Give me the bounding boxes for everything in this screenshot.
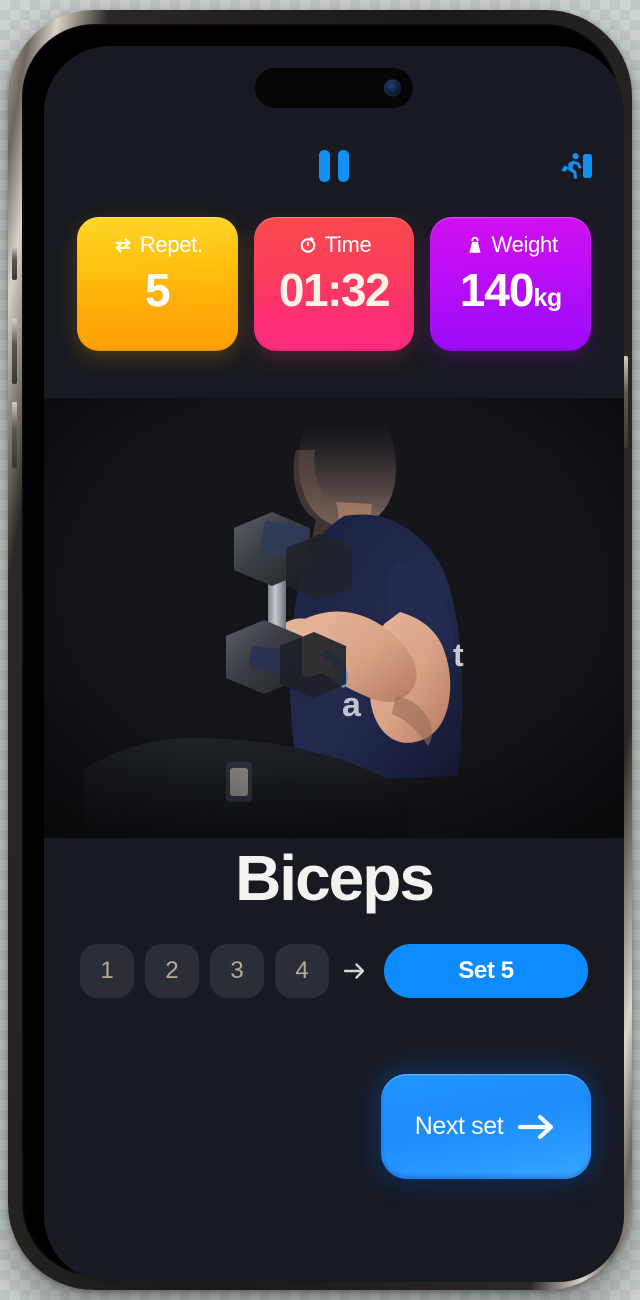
- stat-card-time[interactable]: Time 01:32: [253, 217, 415, 351]
- pause-button[interactable]: [319, 150, 349, 182]
- set-chip-1[interactable]: 1: [80, 944, 134, 998]
- stat-card-reps-value: 5: [145, 264, 171, 316]
- front-camera-icon: [384, 79, 401, 97]
- stat-card-reps-header: Repet.: [85, 231, 230, 259]
- set-chip-4[interactable]: 4: [275, 944, 329, 998]
- exercise-title: Biceps: [235, 842, 435, 914]
- stat-card-weight-header: Weight: [438, 231, 583, 259]
- screenshot-canvas: Repet. 5 Time 01:32 Weight 140kg Biceps …: [0, 0, 640, 1300]
- stat-card-weight[interactable]: Weight 140kg: [430, 217, 592, 351]
- pause-icon-bar-left: [319, 150, 330, 182]
- volume-down-button[interactable]: [12, 402, 17, 468]
- repeat-arrows-icon: [115, 237, 131, 253]
- stat-card-time-header: Time: [262, 231, 407, 259]
- pause-icon-bar-right: [338, 150, 349, 182]
- stat-card-weight-value: 140kg: [438, 267, 583, 313]
- silent-switch-button[interactable]: [12, 246, 17, 280]
- stat-card-reps-label: Repet.: [139, 232, 203, 257]
- phone-bezel: Repet. 5 Time 01:32 Weight 140kg Biceps …: [22, 24, 624, 1282]
- set-chip-3[interactable]: 3: [210, 944, 264, 998]
- next-set-label: Next set: [414, 1112, 504, 1140]
- sets-progress-row: 1 2 3 4 Set 5: [80, 944, 588, 998]
- next-set-button[interactable]: Next set: [381, 1074, 591, 1179]
- stat-card-weight-number: 140: [459, 264, 535, 316]
- stat-card-reps[interactable]: Repet. 5: [77, 217, 238, 351]
- stopwatch-icon: [300, 236, 315, 253]
- running-person-exit-icon: [561, 153, 592, 179]
- stat-card-time-label: Time: [324, 232, 372, 257]
- exercise-media-image: t a: [44, 398, 624, 838]
- exit-workout-button[interactable]: [558, 148, 594, 184]
- kettlebell-icon: [468, 236, 481, 253]
- set-chip-2[interactable]: 2: [145, 944, 199, 998]
- dynamic-island: [255, 68, 413, 108]
- phone-device-frame: Repet. 5 Time 01:32 Weight 140kg Biceps …: [8, 10, 632, 1290]
- stat-card-time-value: 01:32: [278, 264, 391, 316]
- stat-card-weight-unit: kg: [533, 284, 562, 312]
- current-set-pill[interactable]: Set 5: [384, 944, 588, 998]
- top-control-bar: [44, 146, 624, 198]
- phone-screen: Repet. 5 Time 01:32 Weight 140kg Biceps …: [44, 46, 624, 1282]
- arrow-right-icon: [340, 958, 370, 984]
- workout-stats-row: Repet. 5 Time 01:32 Weight 140kg: [77, 217, 592, 351]
- stat-card-weight-label: Weight: [491, 232, 559, 257]
- volume-up-button[interactable]: [12, 318, 17, 384]
- arrow-right-icon: [518, 1114, 554, 1139]
